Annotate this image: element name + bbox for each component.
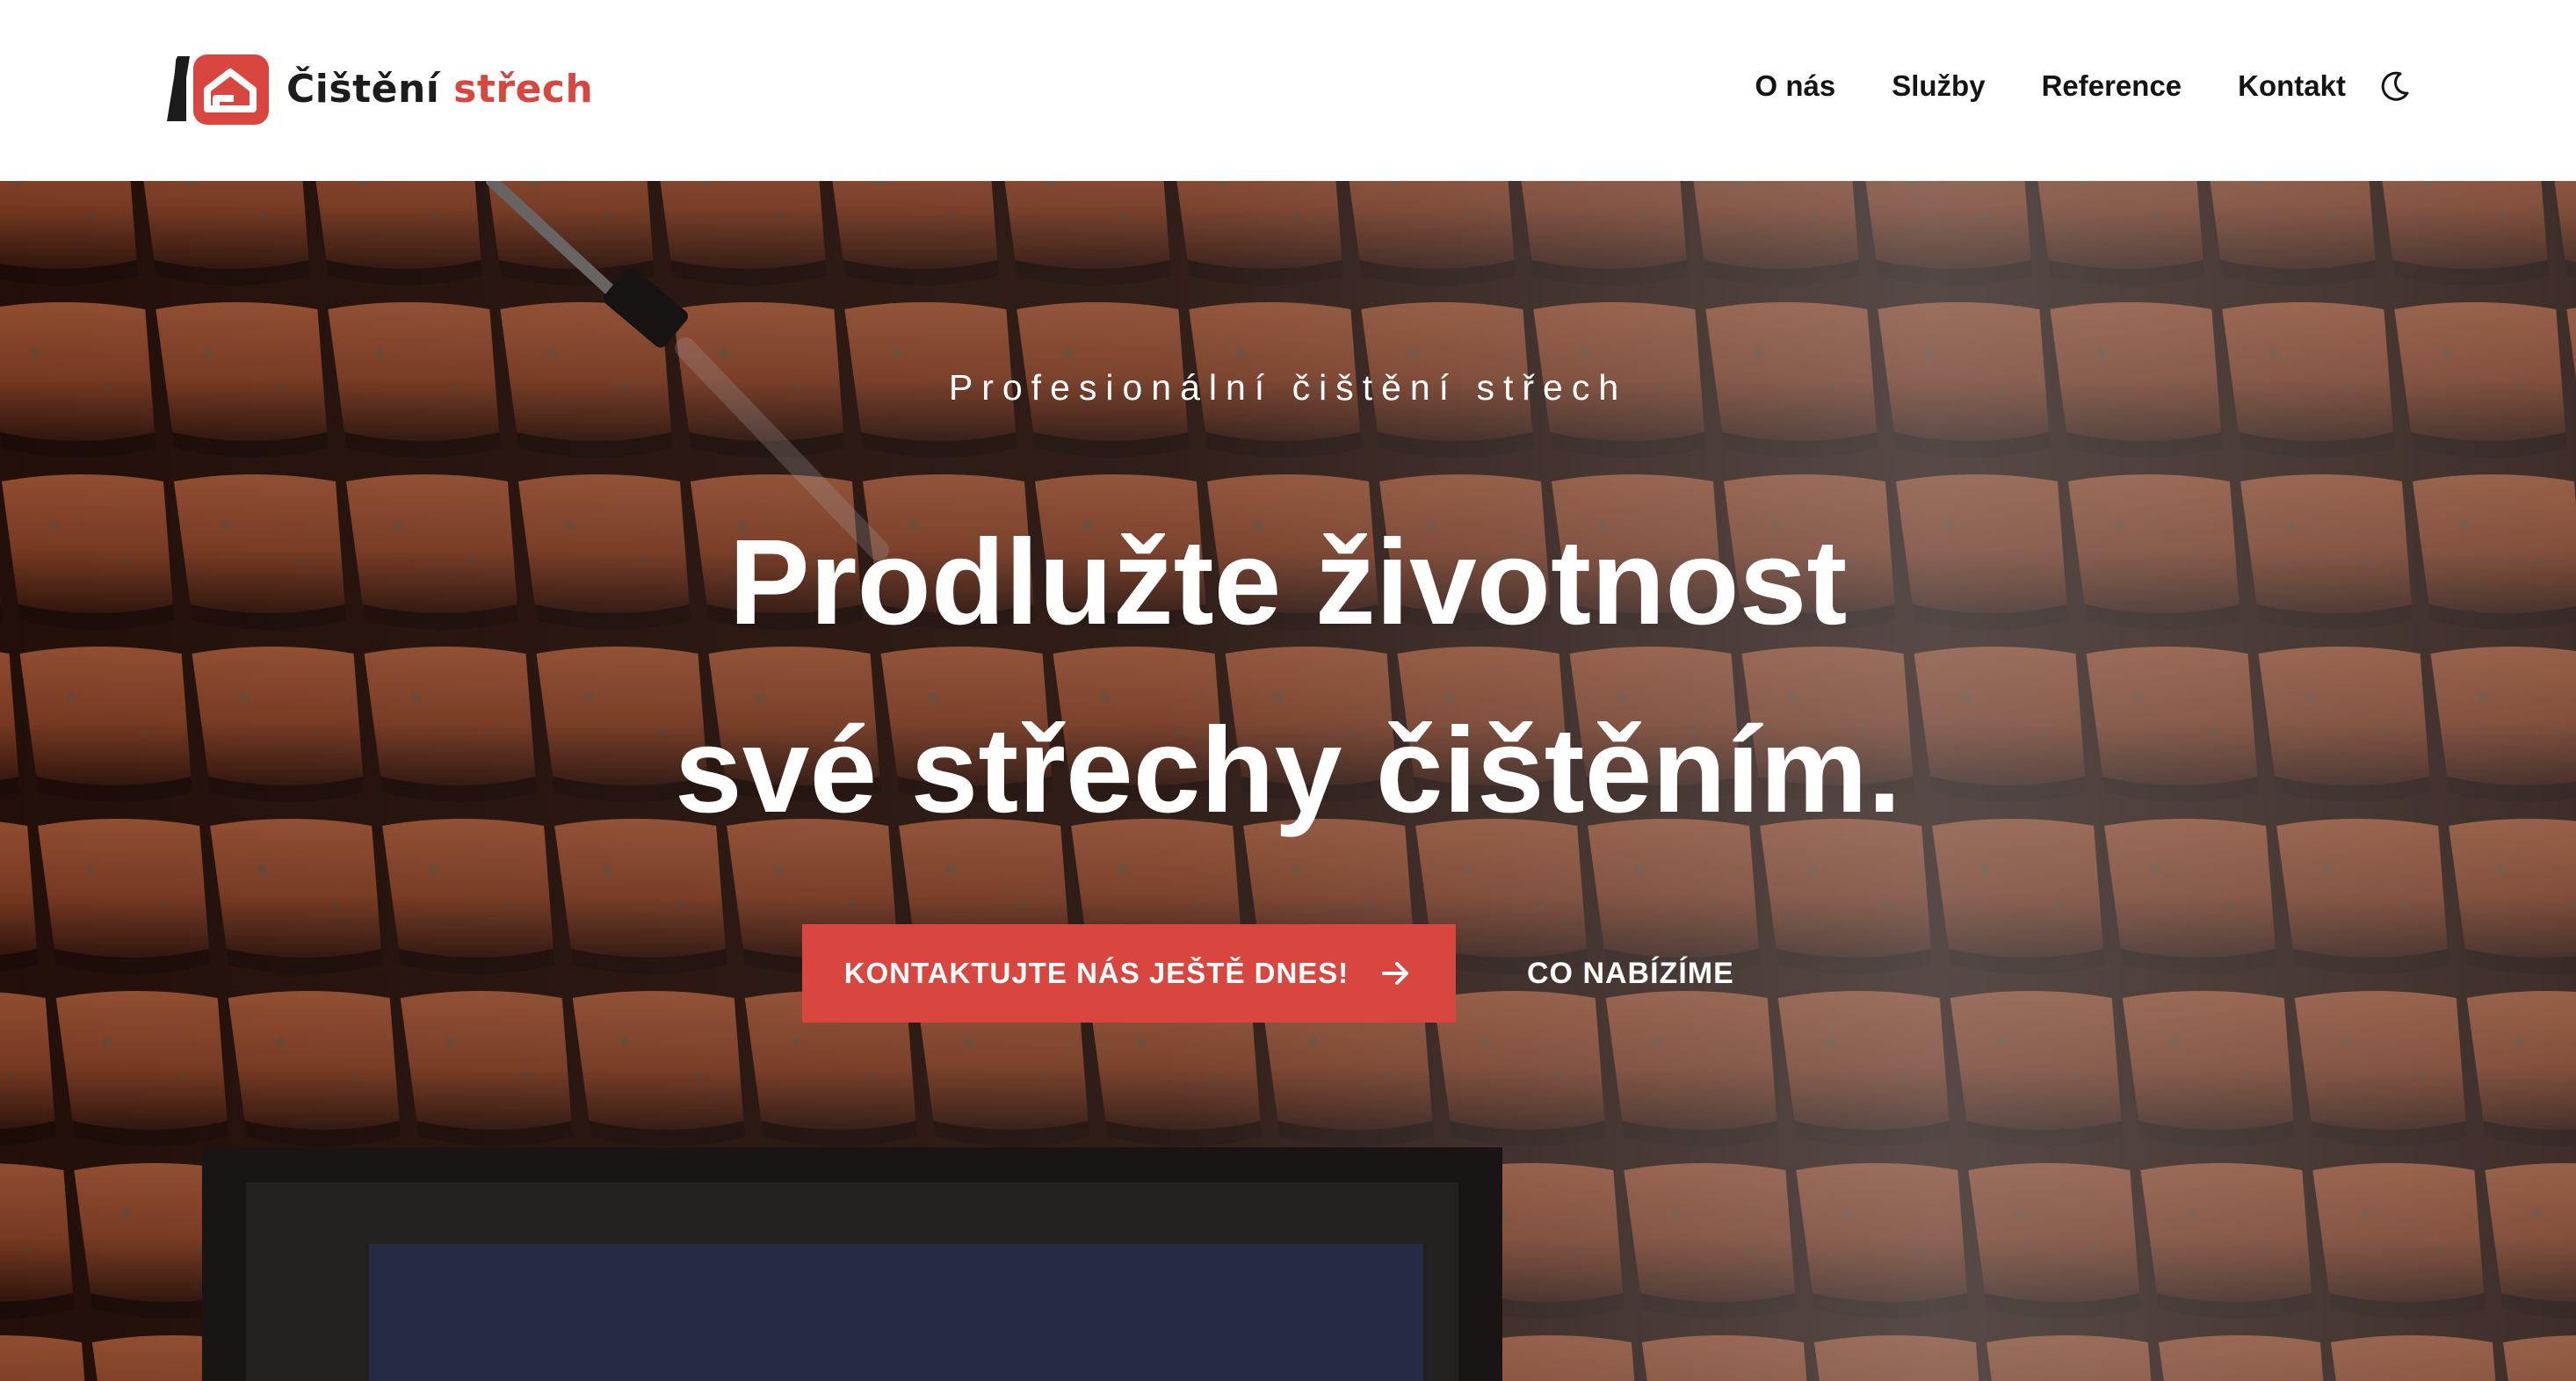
moon-icon[interactable]	[2377, 69, 2413, 104]
contact-us-button[interactable]: KONTAKTUJTE NÁS JEŠTĚ DNES!	[802, 924, 1456, 1023]
brand-name-part2: střech	[453, 66, 594, 112]
what-we-offer-link[interactable]: CO NABÍZÍME	[1527, 924, 1734, 1023]
nav-item-reference[interactable]: Reference	[2042, 69, 2182, 103]
house-roof-logo-icon	[167, 54, 269, 125]
contact-us-button-label: KONTAKTUJTE NÁS JEŠTĚ DNES!	[843, 957, 1350, 989]
hero-section: Profesionální čištění střech Prodlužte ž…	[0, 181, 2576, 1381]
hero-headline-line1: Prodlužte životnost	[728, 515, 1848, 650]
main-nav: O nás Služby Reference Kontakt	[1755, 0, 2413, 172]
nav-item-sluzby[interactable]: Služby	[1892, 69, 1985, 103]
nav-item-o-nas[interactable]: O nás	[1755, 69, 1836, 103]
hero-headline-line2: své střechy čištěním.	[674, 703, 1902, 838]
hero-headline: Prodlužte životnost své střechy čištěním…	[0, 488, 2576, 864]
nav-item-kontakt[interactable]: Kontakt	[2238, 69, 2346, 103]
brand-name: Čištění střech	[286, 67, 593, 112]
logo-link[interactable]: Čištění střech	[163, 51, 593, 127]
arrow-right-icon	[1382, 962, 1409, 985]
hero-eyebrow: Profesionální čištění střech	[948, 367, 1628, 408]
site-header: Čištění střech O nás Služby Reference Ko…	[0, 0, 2576, 181]
brand-name-part1: Čištění	[286, 66, 440, 112]
